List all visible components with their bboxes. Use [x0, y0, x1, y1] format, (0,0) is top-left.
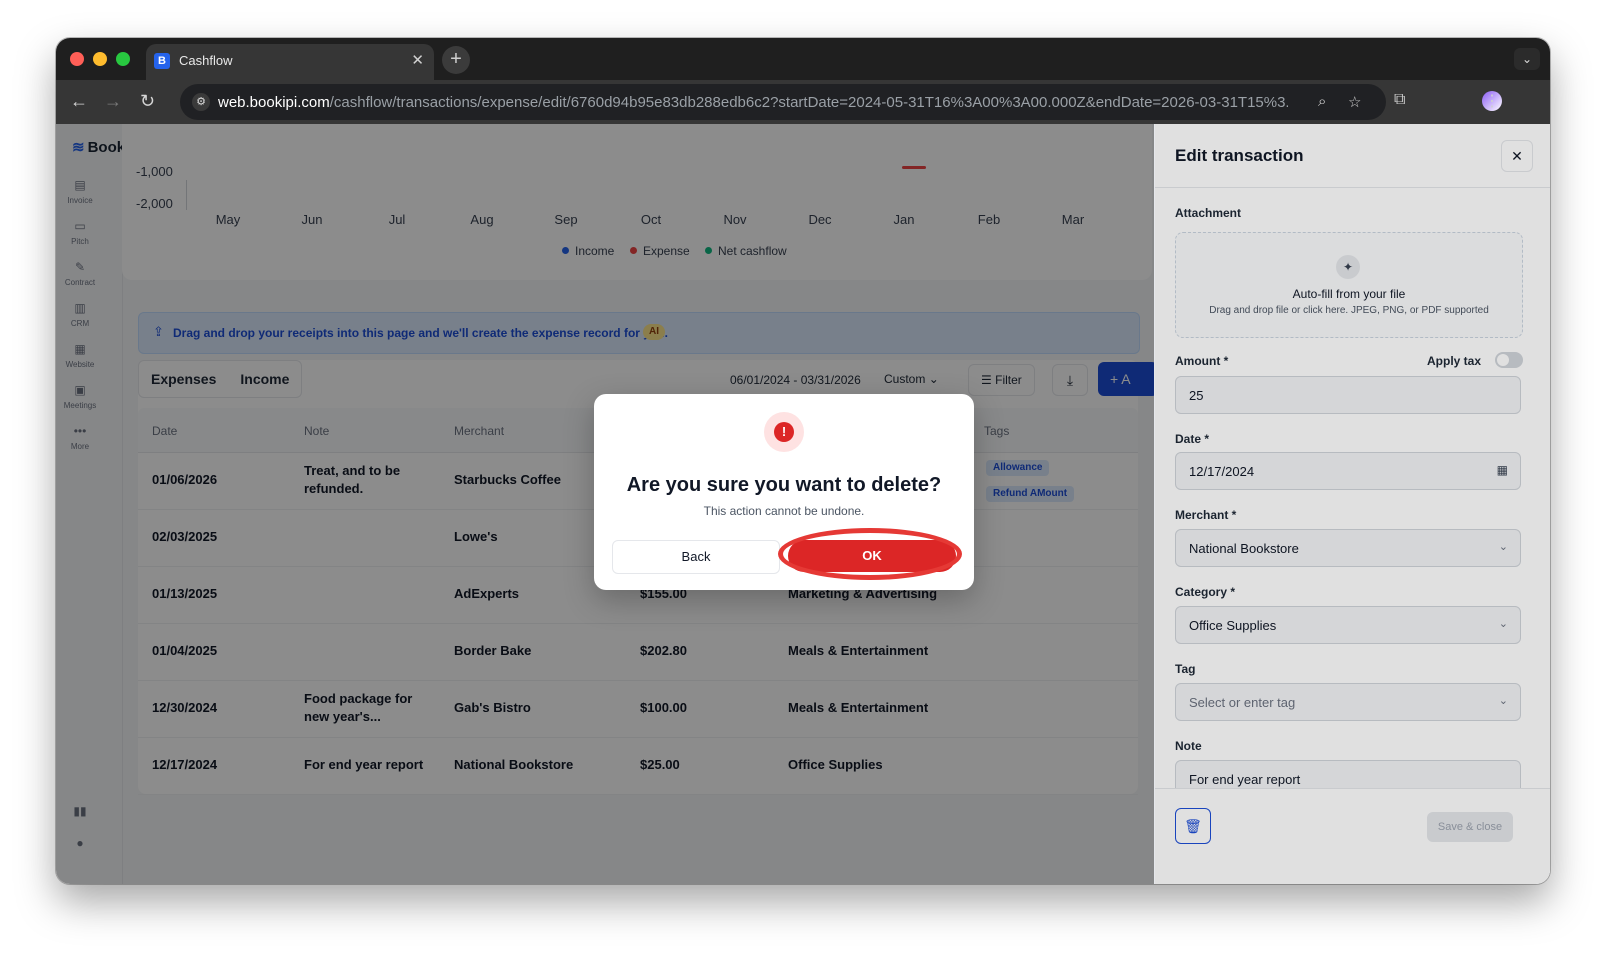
tab-search-button[interactable]: ⌄ — [1514, 48, 1540, 70]
back-arrow-icon[interactable]: ← — [70, 91, 88, 112]
tab-bar: B Cashflow ✕ + ⌄ — [56, 38, 1550, 80]
bookipi-favicon-icon: B — [154, 53, 170, 69]
browser-tab[interactable]: B Cashflow ✕ — [146, 44, 434, 80]
menu-kebab-icon[interactable]: ⋮ — [1484, 91, 1500, 111]
warning-icon: ! — [774, 422, 794, 442]
zoom-icon[interactable]: ⌕ — [1318, 93, 1326, 110]
address-bar[interactable]: ⚙ web.bookipi.com/cashflow/transactions/… — [180, 84, 1386, 120]
drawer-dim — [1155, 124, 1550, 884]
forward-arrow-icon[interactable]: → — [104, 91, 122, 112]
tab-title: Cashflow — [179, 53, 233, 68]
close-window-button[interactable] — [70, 52, 84, 66]
reload-icon[interactable]: ↻ — [140, 91, 155, 112]
url-text[interactable]: web.bookipi.com/cashflow/transactions/ex… — [218, 94, 1288, 111]
dialog-subtitle: This action cannot be undone. — [703, 504, 865, 518]
ok-highlight-ring — [778, 528, 962, 580]
app-area: ≋ Bookipi ▤ Invoice ▭ Pitch ✎ Contract ▥ CRM … — [56, 124, 1550, 884]
edit-transaction-drawer: Edit transaction ✕ Attachment ✦ Auto-fil… — [1154, 124, 1550, 884]
browser-toolbar: ← → ↻ ⚙ web.bookipi.com/cashflow/transac… — [56, 80, 1550, 124]
delete-confirm-dialog: ! Are you sure you want to delete? This … — [594, 394, 974, 590]
bookmark-star-icon[interactable]: ☆ — [1348, 93, 1361, 111]
maximize-window-button[interactable] — [116, 52, 130, 66]
tab-close-icon[interactable]: ✕ — [411, 51, 424, 69]
dialog-title: Are you sure you want to delete? — [626, 474, 942, 496]
extensions-icon[interactable]: ⧉ — [1394, 91, 1405, 109]
site-info-icon[interactable]: ⚙ — [192, 93, 210, 111]
back-button[interactable]: Back — [612, 540, 780, 574]
minimize-window-button[interactable] — [93, 52, 107, 66]
new-tab-button[interactable]: + — [442, 46, 470, 74]
browser-window: B Cashflow ✕ + ⌄ ← → ↻ ⚙ web.bookipi.com… — [56, 38, 1550, 884]
